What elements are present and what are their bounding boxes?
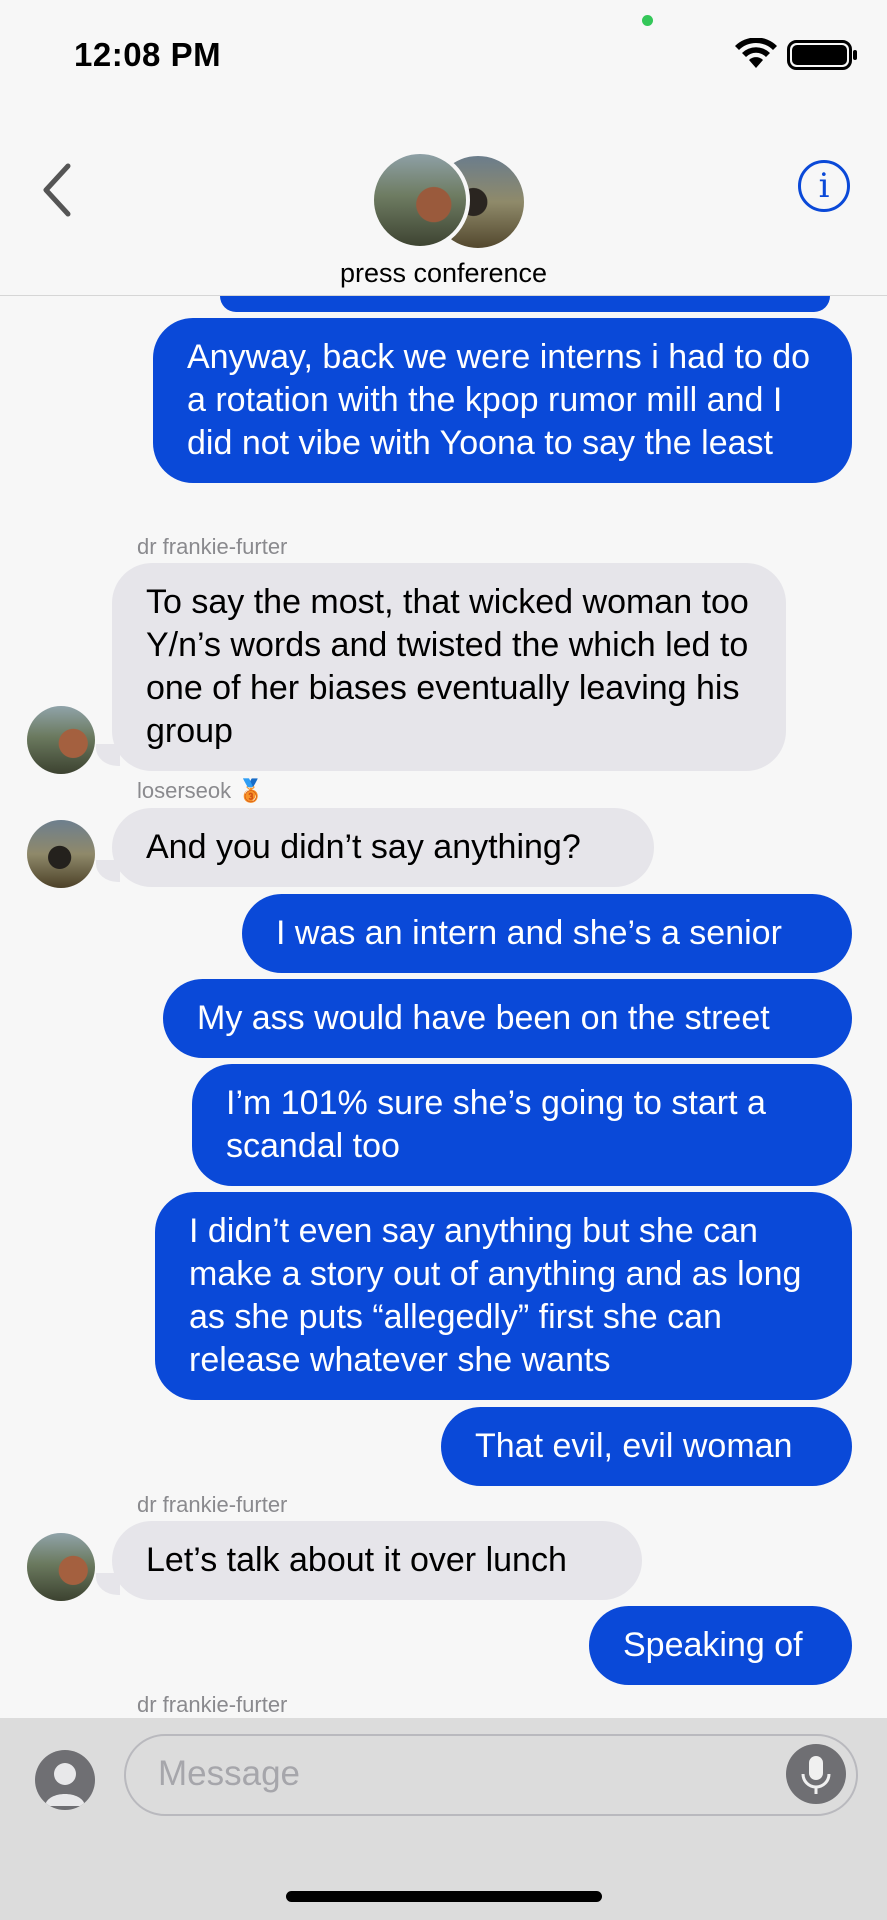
bubble-tail — [96, 860, 120, 882]
sender-name: loserseok 🥉 — [137, 778, 265, 804]
group-name[interactable]: press conference — [0, 258, 887, 289]
incoming-message[interactable]: And you didn’t say anything? — [112, 808, 654, 887]
avatar[interactable] — [27, 1533, 95, 1601]
sender-name: dr frankie-furter — [137, 534, 288, 559]
incoming-message[interactable]: To say the most, that wicked woman too Y… — [112, 563, 786, 771]
medal-badge: 🥉 — [237, 778, 265, 803]
previous-message-bubble — [220, 296, 830, 312]
sender-name-text: loserseok — [137, 778, 232, 803]
bubble-tail — [96, 1573, 120, 1595]
group-member-avatar — [370, 150, 470, 250]
person-silhouette-icon — [45, 1763, 85, 1806]
outgoing-message[interactable]: Anyway, back we were interns i had to do… — [153, 318, 852, 483]
avatar[interactable] — [27, 820, 95, 888]
avatar[interactable] — [27, 706, 95, 774]
message-list[interactable]: Anyway, back we were interns i had to do… — [0, 296, 887, 1718]
microphone-icon[interactable] — [786, 1744, 846, 1804]
microphone-glyph — [801, 1756, 831, 1794]
outgoing-message[interactable]: Speaking of — [589, 1606, 852, 1685]
message-placeholder: Message — [158, 1754, 301, 1793]
status-bar: 12:08 PM — [0, 0, 887, 110]
bubble-tail — [96, 744, 120, 766]
group-avatar[interactable] — [370, 150, 528, 252]
incoming-message[interactable]: Let’s talk about it over lunch — [112, 1521, 642, 1600]
status-time: 12:08 PM — [74, 36, 222, 73]
battery-icon — [787, 40, 857, 70]
avatar-icon[interactable] — [35, 1750, 95, 1810]
outgoing-message[interactable]: That evil, evil woman — [441, 1407, 852, 1486]
info-icon[interactable]: i — [798, 160, 850, 212]
chevron-left-icon[interactable] — [38, 160, 78, 220]
outgoing-message[interactable]: My ass would have been on the street — [163, 979, 852, 1058]
outgoing-message[interactable]: I didn’t even say anything but she can m… — [155, 1192, 852, 1400]
message-input[interactable]: Message — [124, 1734, 858, 1816]
sender-name: dr frankie-furter — [137, 1692, 288, 1717]
sender-name: dr frankie-furter — [137, 1492, 288, 1517]
camera-indicator-dot — [642, 15, 653, 26]
conversation-header: press conference i — [0, 110, 887, 296]
outgoing-message[interactable]: I’m 101% sure she’s going to start a sca… — [192, 1064, 852, 1186]
outgoing-message[interactable]: I was an intern and she’s a senior — [242, 894, 852, 973]
compose-bar: Message — [0, 1718, 887, 1920]
wifi-icon — [735, 38, 777, 68]
home-indicator[interactable] — [286, 1891, 602, 1902]
